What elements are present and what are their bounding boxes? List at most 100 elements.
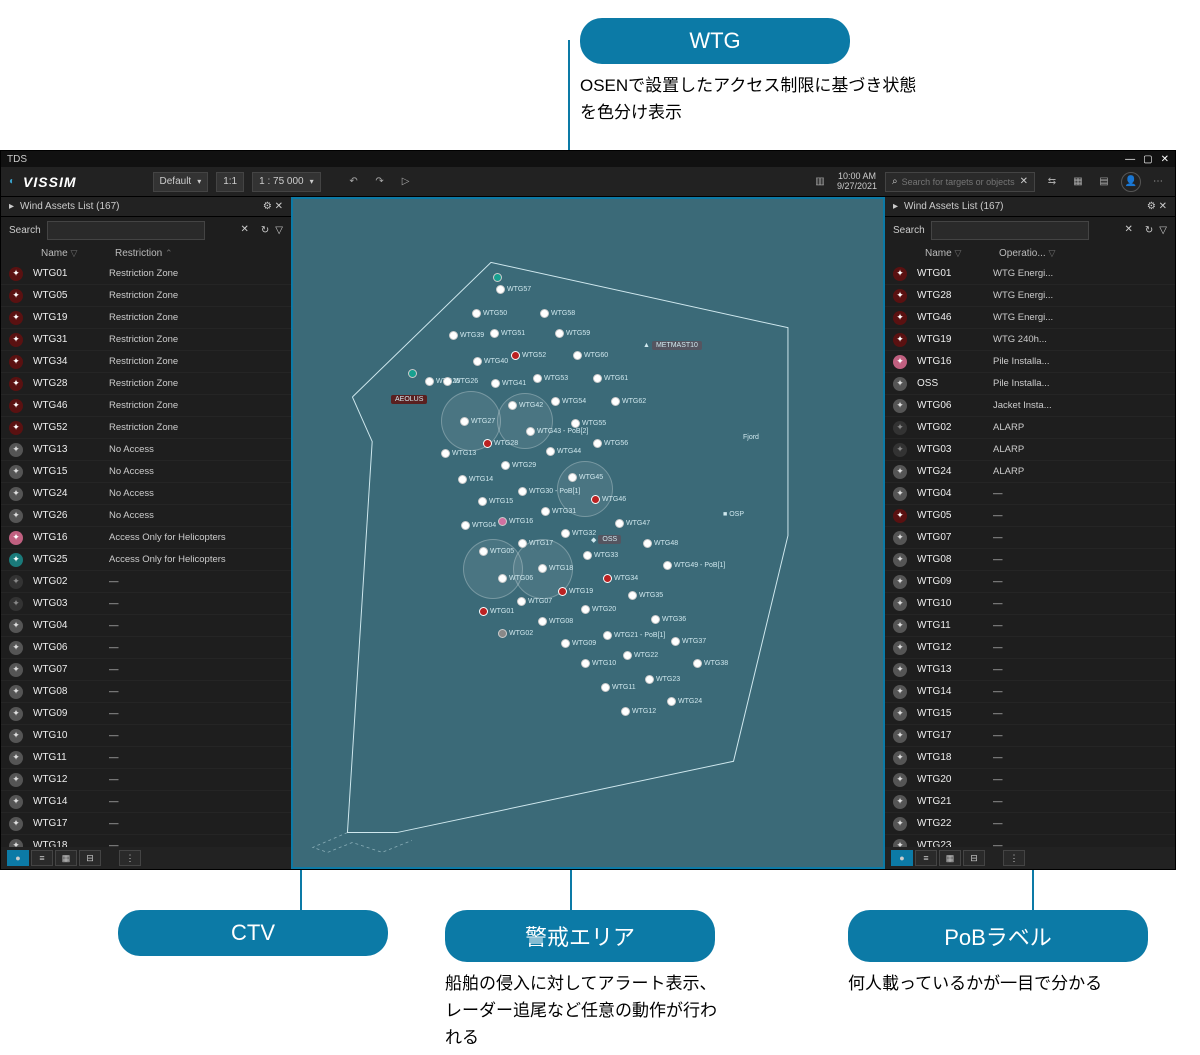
table-row[interactable]: ✦WTG13— — [885, 659, 1175, 681]
table-row[interactable]: ✦WTG46Restriction Zone — [1, 395, 291, 417]
gear-icon[interactable]: ⚙ — [1147, 201, 1156, 212]
table-row[interactable]: ✦WTG16Access Only for Helicopters — [1, 527, 291, 549]
col-restriction[interactable]: Restriction — [115, 248, 162, 259]
wtg-marker[interactable]: WTG60 — [573, 351, 608, 360]
filter-icon[interactable]: ▽ — [1048, 248, 1055, 258]
filter-icon[interactable]: ▽ — [954, 248, 961, 258]
col-name[interactable]: Name — [41, 248, 68, 259]
table-row[interactable]: ✦WTG05Restriction Zone — [1, 285, 291, 307]
wtg-marker[interactable]: WTG36 — [651, 615, 686, 624]
wtg-marker[interactable]: WTG26 — [443, 377, 478, 386]
wtg-marker[interactable]: WTG35 — [628, 591, 663, 600]
table-row[interactable]: ✦WTG06Jacket Insta... — [885, 395, 1175, 417]
table-row[interactable]: ✦WTG07— — [1, 659, 291, 681]
wtg-marker[interactable]: WTG01 — [479, 607, 514, 616]
window-close-icon[interactable]: ✕ — [1161, 154, 1169, 165]
wtg-marker[interactable]: WTG48 — [643, 539, 678, 548]
wtg-marker[interactable]: WTG39 — [449, 331, 484, 340]
table-row[interactable]: ✦WTG14— — [885, 681, 1175, 703]
wtg-marker[interactable] — [493, 273, 504, 282]
wtg-marker[interactable]: WTG42 — [508, 401, 543, 410]
filter-icon[interactable]: ▽ — [275, 225, 283, 236]
table-row[interactable]: ✦WTG12— — [885, 637, 1175, 659]
table-row[interactable]: ✦WTG10— — [1, 725, 291, 747]
clear-icon[interactable]: ✕ — [241, 224, 249, 235]
table-row[interactable]: ✦WTG28WTG Energi... — [885, 285, 1175, 307]
panel-pin-icon[interactable]: ▸ — [893, 201, 898, 212]
close-icon[interactable]: ✕ — [275, 201, 283, 212]
table-row[interactable]: ✦WTG18— — [1, 835, 291, 847]
table-row[interactable]: ✦WTG13No Access — [1, 439, 291, 461]
wtg-marker[interactable]: WTG34 — [603, 574, 638, 583]
wtg-marker[interactable]: WTG10 — [581, 659, 616, 668]
gear-icon[interactable]: ⚙ — [263, 201, 272, 212]
table-row[interactable]: ✦WTG31Restriction Zone — [1, 329, 291, 351]
panel-pin-icon[interactable]: ▸ — [9, 201, 14, 212]
table-row[interactable]: ✦WTG06— — [1, 637, 291, 659]
wtg-marker[interactable]: WTG04 — [461, 521, 496, 530]
view-grid-icon[interactable]: ▦ — [55, 850, 77, 866]
metmast-label[interactable]: ▲ METMAST10 — [643, 341, 702, 350]
table-row[interactable]: ✦WTG21— — [885, 791, 1175, 813]
table-row[interactable]: ✦WTG24No Access — [1, 483, 291, 505]
window-maximize-icon[interactable]: ▢ — [1143, 154, 1152, 165]
table-row[interactable]: ✦WTG01WTG Energi... — [885, 263, 1175, 285]
wtg-marker[interactable]: WTG24 — [667, 697, 702, 706]
wtg-marker[interactable]: WTG40 — [473, 357, 508, 366]
view-extra-icon[interactable]: ⋮ — [119, 850, 141, 866]
view-extra-icon[interactable]: ⋮ — [1003, 850, 1025, 866]
global-search-input[interactable] — [902, 177, 1016, 187]
table-row[interactable]: ✦WTG34Restriction Zone — [1, 351, 291, 373]
wtg-marker[interactable]: WTG31 — [541, 507, 576, 516]
table-row[interactable]: ✦WTG26No Access — [1, 505, 291, 527]
clear-icon[interactable]: ✕ — [1125, 224, 1133, 235]
filter-icon[interactable]: ▽ — [1159, 225, 1167, 236]
window-minimize-icon[interactable]: — — [1125, 154, 1135, 165]
wtg-marker[interactable]: WTG55 — [571, 419, 606, 428]
filter-icon[interactable]: ▽ — [70, 248, 77, 258]
table-row[interactable]: ✦WTG09— — [1, 703, 291, 725]
table-row[interactable]: ✦WTG02— — [1, 571, 291, 593]
wtg-marker[interactable]: WTG22 — [623, 651, 658, 660]
wtg-marker[interactable]: WTG09 — [561, 639, 596, 648]
wtg-marker[interactable]: WTG18 — [538, 564, 573, 573]
wtg-marker[interactable]: WTG08 — [538, 617, 573, 626]
table-row[interactable]: ✦WTG17— — [1, 813, 291, 835]
view-compact-icon[interactable]: ⊟ — [963, 850, 985, 866]
panels-icon[interactable]: ▦ — [1069, 173, 1087, 191]
table-row[interactable]: ✦WTG20— — [885, 769, 1175, 791]
wtg-marker[interactable]: WTG38 — [693, 659, 728, 668]
table-row[interactable]: ✦WTG04— — [885, 483, 1175, 505]
wtg-marker[interactable]: WTG16 — [498, 517, 533, 526]
map-mode-icon[interactable]: ▥ — [811, 173, 829, 191]
wtg-marker[interactable]: WTG58 — [540, 309, 575, 318]
wtg-marker[interactable]: WTG57 — [496, 285, 531, 294]
preset-dropdown[interactable]: Default▾ — [153, 172, 209, 192]
grid-icon[interactable]: ▤ — [1095, 173, 1113, 191]
wtg-marker[interactable]: WTG11 — [601, 683, 636, 692]
wtg-marker[interactable]: WTG17 — [518, 539, 553, 548]
col-operation[interactable]: Operatio... — [999, 248, 1046, 259]
wtg-marker[interactable]: WTG02 — [498, 629, 533, 638]
wtg-marker[interactable]: WTG06 — [498, 574, 533, 583]
table-row[interactable]: ✦WTG52Restriction Zone — [1, 417, 291, 439]
table-row[interactable]: ✦WTG11— — [1, 747, 291, 769]
table-row[interactable]: ✦WTG08— — [885, 549, 1175, 571]
table-row[interactable]: ✦WTG02ALARP — [885, 417, 1175, 439]
wtg-marker[interactable]: WTG05 — [479, 547, 514, 556]
view-list-icon[interactable]: ≡ — [31, 850, 53, 866]
left-search-input[interactable] — [47, 221, 205, 240]
table-row[interactable]: ✦WTG04— — [1, 615, 291, 637]
wtg-marker[interactable]: WTG14 — [458, 475, 493, 484]
scale-dropdown[interactable]: 1 : 75 000▾ — [252, 172, 321, 192]
layout-icon[interactable]: ⇆ — [1043, 173, 1061, 191]
wtg-marker[interactable]: WTG52 — [511, 351, 546, 360]
table-row[interactable]: ✦WTG17— — [885, 725, 1175, 747]
table-row[interactable]: ✦WTG09— — [885, 571, 1175, 593]
wtg-marker[interactable]: WTG61 — [593, 374, 628, 383]
wtg-marker[interactable]: WTG13 — [441, 449, 476, 458]
wtg-marker[interactable]: WTG59 — [555, 329, 590, 338]
wtg-marker[interactable]: WTG27 — [460, 417, 495, 426]
wtg-marker[interactable]: WTG54 — [551, 397, 586, 406]
table-row[interactable]: ✦WTG07— — [885, 527, 1175, 549]
